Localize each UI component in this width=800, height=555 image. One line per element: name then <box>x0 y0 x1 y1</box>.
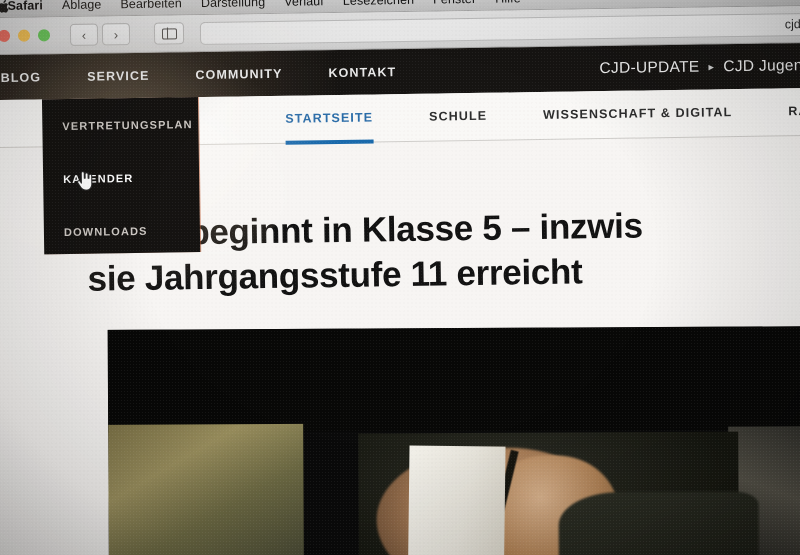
window-controls <box>0 29 51 43</box>
menu-item-hilfe[interactable]: Hilfe <box>495 0 521 6</box>
menu-item-bearbeiten[interactable]: Bearbeiten <box>120 0 182 11</box>
menu-item-ablage[interactable]: Ablage <box>62 0 102 12</box>
menu-item-safari[interactable]: Safari <box>7 0 43 13</box>
mouse-cursor-pointing-hand <box>76 170 93 192</box>
nav-item-kontakt[interactable]: KONTAKT <box>328 65 396 80</box>
address-bar-value: cjd- <box>784 17 800 32</box>
menu-item-fenster[interactable]: Fenster <box>433 0 476 7</box>
article-hero-image <box>107 325 800 555</box>
close-button[interactable] <box>0 29 11 43</box>
subnav-item-ratgeber[interactable]: RATGEBER <box>788 103 800 120</box>
menu-item-darstellung[interactable]: Darstellung <box>201 0 266 10</box>
chevron-right-icon: ▸ <box>708 61 715 74</box>
screen-surface: Safari Ablage Bearbeiten Darstellung Ver… <box>0 0 800 555</box>
nav-item-blog[interactable]: BLOG <box>1 70 42 85</box>
breadcrumb-item-current[interactable]: CJD Jugendo <box>723 56 800 75</box>
top-nav-links: BLOG SERVICE COMMUNITY KONTAKT <box>1 65 397 85</box>
menu-item-verlauf[interactable]: Verlauf <box>284 0 324 9</box>
dropdown-item-vertretungsplan[interactable]: VERTRETUNGSPLAN <box>62 119 198 133</box>
menu-item-lesezeichen[interactable]: Lesezeichen <box>343 0 414 8</box>
photographed-screen: Safari Ablage Bearbeiten Darstellung Ver… <box>0 0 800 555</box>
subnav-item-wissenschaft-digital[interactable]: WISSENSCHAFT & DIGITAL <box>543 105 732 124</box>
back-button[interactable]: ‹ <box>69 23 99 46</box>
nav-item-community[interactable]: COMMUNITY <box>195 66 282 81</box>
web-page: BLOG SERVICE COMMUNITY KONTAKT CJD-UPDAT… <box>0 42 800 555</box>
navigation-buttons: ‹ › <box>69 23 131 46</box>
sidebar-toggle-icon[interactable] <box>153 22 185 45</box>
subnav-item-schule[interactable]: SCHULE <box>429 108 487 125</box>
service-dropdown-menu: VERTRETUNGSPLAN KALENDER DOWNLOADS <box>41 97 201 255</box>
zoom-button[interactable] <box>37 29 51 42</box>
breadcrumb-item-cjd-update[interactable]: CJD-UPDATE <box>599 58 699 77</box>
forward-button[interactable]: › <box>101 23 131 46</box>
address-bar[interactable]: cjd- <box>199 12 800 45</box>
breadcrumb: CJD-UPDATE ▸ CJD Jugendo <box>599 56 800 77</box>
nav-item-service[interactable]: SERVICE <box>87 68 150 83</box>
dropdown-item-downloads[interactable]: DOWNLOADS <box>64 225 200 239</box>
apple-logo-icon[interactable] <box>0 0 11 14</box>
minimize-button[interactable] <box>17 29 31 42</box>
subnav-item-startseite[interactable]: STARTSEITE <box>285 110 373 127</box>
